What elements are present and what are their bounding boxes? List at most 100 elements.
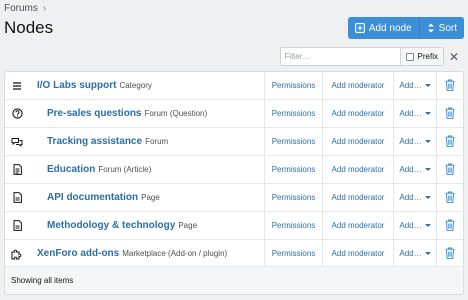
trash-icon <box>445 247 455 261</box>
node-type-label: Forum <box>145 137 169 146</box>
add-moderator-link[interactable]: Add moderator <box>322 127 393 156</box>
page-title: Nodes <box>4 18 54 37</box>
trash-icon <box>445 219 455 233</box>
add-node-label: Add node <box>368 22 412 34</box>
add-moderator-link[interactable]: Add moderator <box>322 155 393 184</box>
permissions-link[interactable]: Permissions <box>264 239 322 268</box>
add-dropdown[interactable]: Add… <box>393 99 436 128</box>
add-dropdown-label: Add… <box>399 193 422 202</box>
add-dropdown-label: Add… <box>399 165 422 174</box>
node-row: Pre-sales questions Forum (Question) Permi… <box>5 99 463 128</box>
node-row: API documentation Page Permissions Add mode… <box>5 183 463 212</box>
add-dropdown-label: Add… <box>399 221 422 230</box>
add-moderator-link[interactable]: Add moderator <box>322 239 393 268</box>
node-type-label: Forum (Article) <box>98 165 152 174</box>
permissions-link[interactable]: Permissions <box>264 211 322 240</box>
node-title-link[interactable]: XenForo add-ons <box>37 248 119 259</box>
node-row: Tracking assistance Forum Permissions Add m… <box>5 127 463 156</box>
delete-button[interactable] <box>436 211 463 240</box>
add-dropdown[interactable]: Add… <box>393 155 436 184</box>
add-dropdown[interactable]: Add… <box>393 183 436 212</box>
add-dropdown[interactable]: Add… <box>393 72 436 100</box>
nodes-list: I/O Labs support Category Permissions Add m… <box>4 71 464 295</box>
node-type-label: Marketplace (Add-on / plugin) <box>122 249 228 258</box>
trash-icon <box>445 79 455 93</box>
trash-icon <box>445 135 455 149</box>
page-icon <box>5 184 29 212</box>
node-title-link[interactable]: API documentation <box>47 192 138 203</box>
sort-label: Sort <box>438 22 457 34</box>
add-dropdown[interactable]: Add… <box>393 127 436 156</box>
breadcrumb: Forums › <box>4 1 46 15</box>
node-title-cell: API documentation Page <box>29 192 264 203</box>
delete-button[interactable] <box>436 183 463 212</box>
add-icon <box>354 23 365 33</box>
forum-icon <box>5 128 29 156</box>
add-moderator-link[interactable]: Add moderator <box>322 72 393 100</box>
page-icon <box>5 212 29 240</box>
chevron-down-icon <box>424 224 431 227</box>
breadcrumb-separator: › <box>42 2 47 14</box>
permissions-link[interactable]: Permissions <box>264 183 322 212</box>
permissions-link[interactable]: Permissions <box>264 127 322 156</box>
node-title-link[interactable]: Methodology & technology <box>47 220 175 231</box>
add-dropdown-label: Add… <box>399 109 422 118</box>
add-moderator-link[interactable]: Add moderator <box>322 99 393 128</box>
add-node-button[interactable]: Add node <box>347 17 419 39</box>
prefix-checkbox[interactable] <box>405 52 414 61</box>
add-dropdown[interactable]: Add… <box>393 239 436 268</box>
chevron-down-icon <box>424 168 431 171</box>
delete-button[interactable] <box>436 239 463 268</box>
delete-button[interactable] <box>436 72 463 100</box>
node-title-cell: Education Forum (Article) <box>29 164 264 175</box>
category-icon <box>5 72 29 100</box>
add-dropdown-label: Add… <box>399 81 422 90</box>
permissions-link[interactable]: Permissions <box>264 99 322 128</box>
puzzle-icon <box>5 240 29 268</box>
add-moderator-link[interactable]: Add moderator <box>322 183 393 212</box>
trash-icon <box>445 191 455 205</box>
chevron-down-icon <box>424 196 431 199</box>
node-type-label: Page <box>141 193 160 202</box>
sort-button[interactable]: Sort <box>418 17 464 39</box>
add-dropdown-label: Add… <box>399 249 422 258</box>
node-row: XenForo add-ons Marketplace (Add-on / plu… <box>5 239 463 268</box>
delete-button[interactable] <box>436 99 463 128</box>
trash-icon <box>445 163 455 177</box>
chevron-down-icon <box>424 112 431 115</box>
permissions-link[interactable]: Permissions <box>264 155 322 184</box>
node-title-link[interactable]: Education <box>47 164 95 175</box>
node-title-link[interactable]: Pre-sales questions <box>47 108 141 119</box>
article-icon <box>5 156 29 184</box>
add-moderator-link[interactable]: Add moderator <box>322 211 393 240</box>
footer-status: Showing all items <box>11 276 74 285</box>
node-type-label: Category <box>119 81 152 90</box>
sort-icon <box>427 23 435 33</box>
node-type-label: Page <box>178 221 198 230</box>
node-title-link[interactable]: I/O Labs support <box>37 80 116 91</box>
prefix-toggle[interactable]: Prefix <box>399 47 444 66</box>
node-title-link[interactable]: Tracking assistance <box>47 136 142 147</box>
node-row: Methodology & technology Page Permissions A… <box>5 211 463 240</box>
node-row: I/O Labs support Category Permissions Add m… <box>5 72 463 100</box>
node-title-cell: Methodology & technology Page <box>29 220 264 231</box>
node-title-cell: Pre-sales questions Forum (Question) <box>29 108 264 119</box>
permissions-link[interactable]: Permissions <box>264 72 322 100</box>
list-footer: Showing all items <box>5 266 463 294</box>
add-dropdown[interactable]: Add… <box>393 211 436 240</box>
prefix-label: Prefix <box>417 52 438 61</box>
header-button-group: Add node Sort <box>347 17 464 39</box>
node-title-cell: XenForo add-ons Marketplace (Add-on / plu… <box>29 248 264 259</box>
delete-button[interactable] <box>436 127 463 156</box>
chevron-down-icon <box>424 84 431 87</box>
trash-icon <box>445 107 455 121</box>
filter-input[interactable] <box>279 47 400 66</box>
delete-button[interactable] <box>436 155 463 184</box>
filter-bar: Prefix ✕ <box>279 47 464 66</box>
chevron-down-icon <box>424 252 431 255</box>
question-icon <box>5 100 29 128</box>
node-row: Education Forum (Article) Permissions Add m… <box>5 155 463 184</box>
node-title-cell: Tracking assistance Forum <box>29 136 264 147</box>
clear-filter-icon[interactable]: ✕ <box>444 50 464 64</box>
breadcrumb-item-forums[interactable]: Forums <box>4 3 38 14</box>
